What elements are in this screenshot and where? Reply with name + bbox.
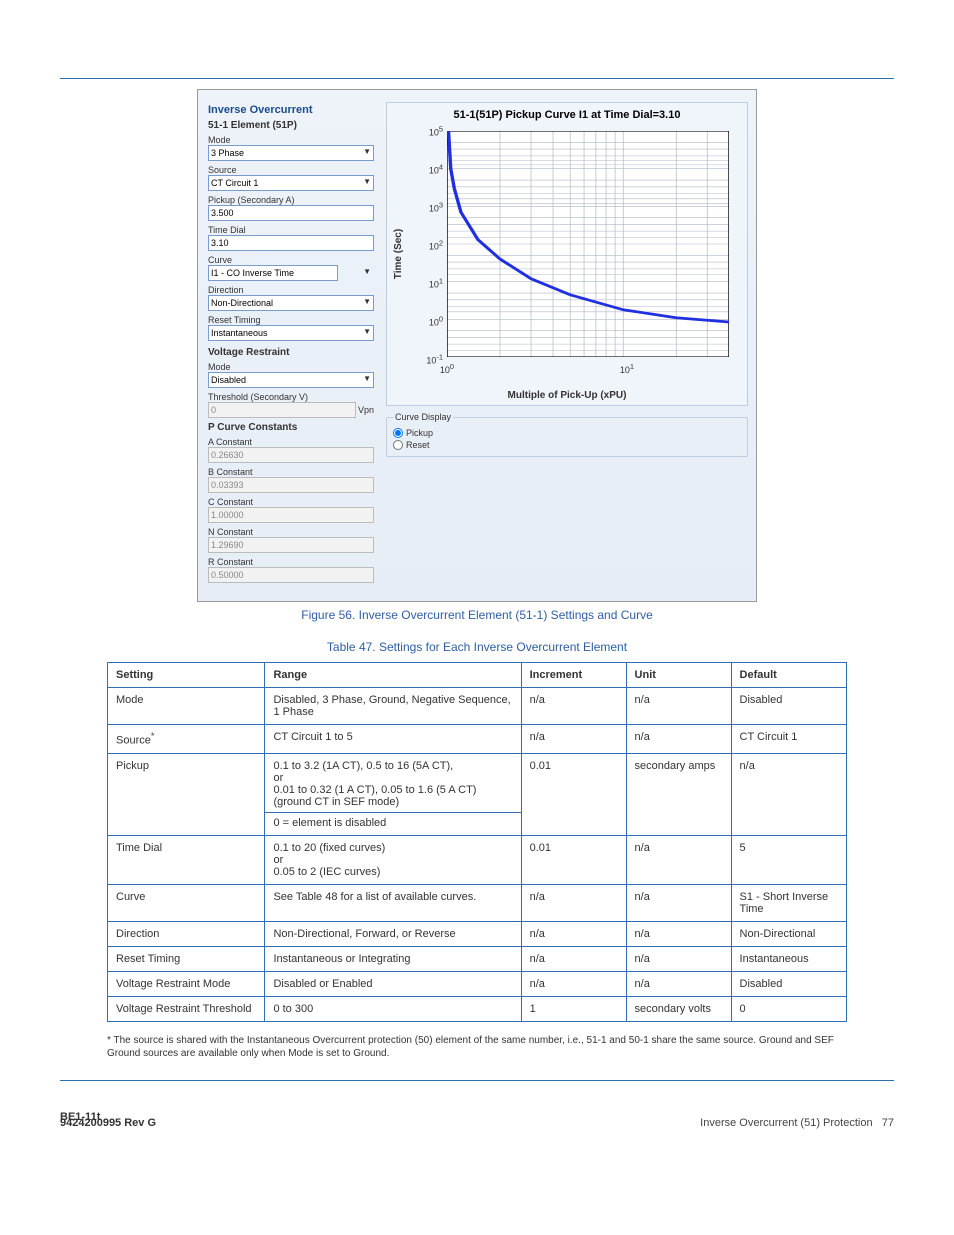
element-51-1: 51-1 Element (51P)	[208, 120, 374, 131]
vr-threshold-unit: Vpn	[358, 405, 374, 415]
curve-label: Curve	[208, 255, 374, 265]
xtick-0: 100	[440, 362, 454, 375]
table-row: Voltage Restraint ModeDisabled or Enable…	[108, 971, 847, 996]
curve-display-legend: Curve Display	[393, 412, 453, 422]
n-const-input	[208, 537, 374, 553]
ytick-2: 102	[421, 239, 443, 252]
vr-threshold-input	[208, 402, 356, 418]
ytick-5: 105	[421, 125, 443, 138]
b-const-input	[208, 477, 374, 493]
direction-select[interactable]	[208, 295, 374, 311]
plot-area	[447, 131, 729, 357]
footer-page: 77	[882, 1117, 894, 1129]
pickup-input[interactable]	[208, 205, 374, 221]
footer-title: Inverse Overcurrent (51) Protection	[700, 1117, 872, 1129]
table-footnote: * The source is shared with the Instanta…	[107, 1034, 847, 1060]
th-default: Default	[731, 663, 846, 688]
source-label: Source	[208, 165, 374, 175]
table-row: Pickup0.1 to 3.2 (1A CT), 0.5 to 16 (5A …	[108, 753, 847, 835]
figure-caption: Figure 56. Inverse Overcurrent Element (…	[60, 608, 894, 622]
vr-mode-label: Mode	[208, 362, 374, 372]
pickup-radio[interactable]	[393, 428, 403, 438]
th-setting: Setting	[108, 663, 265, 688]
reset-radio-row[interactable]: Reset	[393, 440, 741, 450]
table-header-row: Setting Range Increment Unit Default	[108, 663, 847, 688]
curve-select[interactable]	[208, 265, 338, 281]
table-row: Time Dial0.1 to 20 (fixed curves)or0.05 …	[108, 835, 847, 884]
table-row: Reset TimingInstantaneous or Integrating…	[108, 946, 847, 971]
chart-title: 51-1(51P) Pickup Curve I1 at Time Dial=3…	[387, 109, 747, 121]
voltage-restraint-heading: Voltage Restraint	[208, 347, 374, 358]
table-row: Source*CT Circuit 1 to 5n/an/aCT Circuit…	[108, 725, 847, 754]
ytick-4: 104	[421, 163, 443, 176]
x-axis-label: Multiple of Pick-Up (xPU)	[387, 390, 747, 401]
vr-mode-select[interactable]	[208, 372, 374, 388]
pickup-curve-chart: 51-1(51P) Pickup Curve I1 at Time Dial=3…	[386, 102, 748, 406]
curve-display-group: Curve Display Pickup Reset	[386, 412, 748, 457]
time-dial-label: Time Dial	[208, 225, 374, 235]
mode-label: Mode	[208, 135, 374, 145]
reset-timing-select[interactable]	[208, 325, 374, 341]
a-const-label: A Constant	[208, 437, 374, 447]
table-row: DirectionNon-Directional, Forward, or Re…	[108, 921, 847, 946]
settings-panel: Inverse Overcurrent 51-1 Element (51P) M…	[206, 98, 376, 593]
table-row: ModeDisabled, 3 Phase, Ground, Negative …	[108, 688, 847, 725]
th-increment: Increment	[521, 663, 626, 688]
ytick-0: 100	[421, 315, 443, 328]
b-const-label: B Constant	[208, 467, 374, 477]
chart-panel: 51-1(51P) Pickup Curve I1 at Time Dial=3…	[386, 98, 748, 593]
reset-timing-label: Reset Timing	[208, 315, 374, 325]
table-row: CurveSee Table 48 for a list of availabl…	[108, 884, 847, 921]
y-axis-label: Time (Sec)	[393, 229, 404, 279]
a-const-input	[208, 447, 374, 463]
ytick-3: 103	[421, 201, 443, 214]
panel-heading: Inverse Overcurrent	[208, 104, 374, 116]
reset-radio[interactable]	[393, 440, 403, 450]
top-horizontal-rule	[60, 78, 894, 79]
mode-select[interactable]	[208, 145, 374, 161]
source-select[interactable]	[208, 175, 374, 191]
table-row: Voltage Restraint Threshold0 to 3001seco…	[108, 996, 847, 1021]
bottom-horizontal-rule	[60, 1080, 894, 1081]
th-range: Range	[265, 663, 521, 688]
c-const-input	[208, 507, 374, 523]
p-constants-heading: P Curve Constants	[208, 422, 374, 433]
th-unit: Unit	[626, 663, 731, 688]
settings-screenshot: Inverse Overcurrent 51-1 Element (51P) M…	[197, 89, 757, 602]
direction-label: Direction	[208, 285, 374, 295]
n-const-label: N Constant	[208, 527, 374, 537]
table-caption: Table 47. Settings for Each Inverse Over…	[60, 640, 894, 654]
pickup-radio-row[interactable]: Pickup	[393, 428, 741, 438]
xtick-1: 101	[620, 362, 634, 375]
settings-table: Setting Range Increment Unit Default Mod…	[107, 662, 847, 1022]
time-dial-input[interactable]	[208, 235, 374, 251]
pickup-label: Pickup (Secondary A)	[208, 195, 374, 205]
r-const-label: R Constant	[208, 557, 374, 567]
c-const-label: C Constant	[208, 497, 374, 507]
vr-threshold-label: Threshold (Secondary V)	[208, 392, 374, 402]
ytick-1: 101	[421, 277, 443, 290]
r-const-input	[208, 567, 374, 583]
